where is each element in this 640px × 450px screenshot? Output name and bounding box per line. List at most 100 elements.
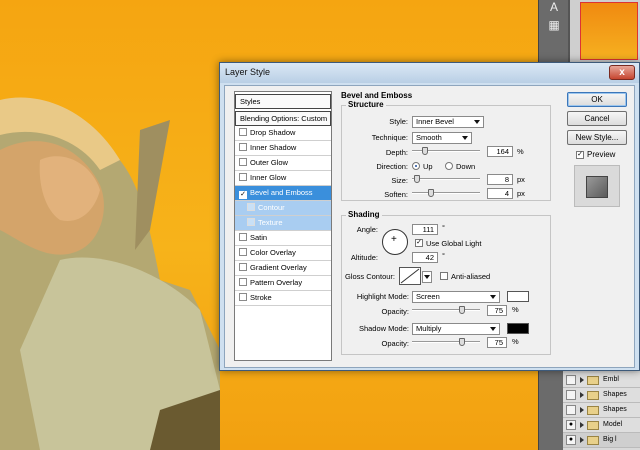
- style-checkbox[interactable]: [239, 293, 247, 301]
- layers-panel-icon[interactable]: ▦: [547, 18, 561, 32]
- eye-icon[interactable]: ●: [566, 420, 576, 430]
- folder-icon: [587, 421, 599, 430]
- direction-down-label: Down: [456, 162, 476, 171]
- depth-input[interactable]: 164: [487, 146, 513, 157]
- style-checkbox[interactable]: [247, 203, 255, 211]
- layer-row[interactable]: ● Model: [563, 418, 640, 433]
- highlight-mode-value: Screen: [416, 292, 440, 301]
- direction-up-label: Up: [423, 162, 433, 171]
- shadow-mode-dropdown[interactable]: Multiply: [412, 323, 500, 335]
- highlight-mode-dropdown[interactable]: Screen: [412, 291, 500, 303]
- depth-slider-knob[interactable]: [422, 147, 428, 155]
- soften-input[interactable]: 4: [487, 188, 513, 199]
- style-item-satin[interactable]: Satin: [235, 231, 331, 246]
- style-item-contour[interactable]: Contour: [235, 201, 331, 216]
- style-checkbox[interactable]: ✓: [239, 191, 247, 199]
- soften-label: Soften:: [384, 190, 408, 199]
- style-checkbox[interactable]: [239, 248, 247, 256]
- altitude-input[interactable]: 42: [412, 252, 438, 263]
- style-item-gradient-overlay[interactable]: Gradient Overlay: [235, 261, 331, 276]
- close-icon[interactable]: x: [609, 65, 635, 80]
- style-checkbox[interactable]: [239, 233, 247, 241]
- contour-curve-icon: [400, 268, 420, 284]
- layer-row[interactable]: Shapes: [563, 403, 640, 418]
- size-unit: px: [517, 175, 525, 184]
- structure-title: Structure: [346, 100, 386, 109]
- style-item-inner-glow[interactable]: Inner Glow: [235, 171, 331, 186]
- shadow-opacity-unit: %: [512, 337, 519, 346]
- layer-name: Embl: [603, 376, 619, 383]
- highlight-opacity-input[interactable]: 75: [487, 305, 507, 316]
- expand-triangle-icon[interactable]: [580, 392, 584, 398]
- style-checkbox[interactable]: [239, 158, 247, 166]
- styles-header[interactable]: Styles: [235, 94, 331, 109]
- eye-icon[interactable]: [566, 405, 576, 415]
- dialog-client-area: Styles Blending Options: Custom Drop Shado…: [224, 85, 635, 368]
- style-checkbox[interactable]: [239, 128, 247, 136]
- expand-triangle-icon[interactable]: [580, 437, 584, 443]
- new-style-button[interactable]: New Style...: [567, 130, 627, 145]
- section-title: Bevel and Emboss: [341, 91, 413, 100]
- highlight-color-swatch[interactable]: [507, 291, 529, 302]
- style-item-color-overlay[interactable]: Color Overlay: [235, 246, 331, 261]
- gloss-contour-dropdown[interactable]: [422, 271, 432, 283]
- style-checkbox[interactable]: [239, 263, 247, 271]
- expand-triangle-icon[interactable]: [580, 377, 584, 383]
- style-item-outer-glow[interactable]: Outer Glow: [235, 156, 331, 171]
- cancel-button[interactable]: Cancel: [567, 111, 627, 126]
- style-item-blending-options-custom[interactable]: Blending Options: Custom: [235, 111, 331, 126]
- highlight-opacity-slider[interactable]: [412, 305, 480, 315]
- depth-slider[interactable]: [412, 146, 480, 156]
- style-item-texture[interactable]: Texture: [235, 216, 331, 231]
- size-slider[interactable]: [412, 174, 480, 184]
- navigator-thumbnail[interactable]: [580, 2, 638, 60]
- eye-icon[interactable]: [566, 375, 576, 385]
- gloss-contour-picker[interactable]: [399, 267, 421, 285]
- soften-slider-knob[interactable]: [428, 189, 434, 197]
- style-item-inner-shadow[interactable]: Inner Shadow: [235, 141, 331, 156]
- eye-icon[interactable]: ●: [566, 435, 576, 445]
- layer-style-dialog: Layer Style x Styles Blending Options: Cu…: [219, 62, 640, 371]
- shadow-color-swatch[interactable]: [507, 323, 529, 334]
- expand-triangle-icon[interactable]: [580, 422, 584, 428]
- shadow-opacity-input[interactable]: 75: [487, 337, 507, 348]
- style-checkbox[interactable]: [247, 218, 255, 226]
- angle-unit: °: [442, 223, 445, 232]
- direction-up-radio[interactable]: [412, 162, 420, 170]
- highlight-opacity-knob[interactable]: [459, 306, 465, 314]
- expand-triangle-icon[interactable]: [580, 407, 584, 413]
- style-item-pattern-overlay[interactable]: Pattern Overlay: [235, 276, 331, 291]
- style-item-drop-shadow[interactable]: Drop Shadow: [235, 126, 331, 141]
- model-photo: [0, 97, 220, 450]
- global-light-checkbox[interactable]: ✓: [415, 239, 423, 247]
- layer-row[interactable]: ● Big l: [563, 433, 640, 448]
- technique-dropdown[interactable]: Smooth: [412, 132, 472, 144]
- dialog-titlebar[interactable]: Layer Style x: [220, 63, 639, 83]
- style-item-stroke[interactable]: Stroke: [235, 291, 331, 306]
- size-slider-knob[interactable]: [414, 175, 420, 183]
- style-checkbox[interactable]: [239, 143, 247, 151]
- ok-button[interactable]: OK: [567, 92, 627, 107]
- shadow-opacity-slider[interactable]: [412, 337, 480, 347]
- angle-input[interactable]: 111: [412, 224, 438, 235]
- style-checkbox[interactable]: [239, 278, 247, 286]
- style-dropdown[interactable]: Inner Bevel: [412, 116, 484, 128]
- eye-icon[interactable]: [566, 390, 576, 400]
- highlight-opacity-unit: %: [512, 305, 519, 314]
- layer-row[interactable]: Shapes: [563, 388, 640, 403]
- styles-list: Styles Blending Options: Custom Drop Shado…: [234, 91, 332, 361]
- shadow-opacity-knob[interactable]: [459, 338, 465, 346]
- soften-slider[interactable]: [412, 188, 480, 198]
- style-item-bevel-and-emboss[interactable]: ✓ Bevel and Emboss: [235, 186, 331, 201]
- direction-down-radio[interactable]: [445, 162, 453, 170]
- anti-aliased-checkbox[interactable]: [440, 272, 448, 280]
- angle-dial[interactable]: [382, 229, 408, 255]
- style-checkbox[interactable]: [239, 173, 247, 181]
- size-input[interactable]: 8: [487, 174, 513, 185]
- preview-checkbox[interactable]: ✓: [576, 151, 584, 159]
- technique-value: Smooth: [416, 133, 442, 142]
- character-panel-icon[interactable]: A: [547, 0, 561, 14]
- folder-icon: [587, 406, 599, 415]
- layer-row[interactable]: Embl: [563, 373, 640, 388]
- angle-label: Angle:: [356, 225, 378, 234]
